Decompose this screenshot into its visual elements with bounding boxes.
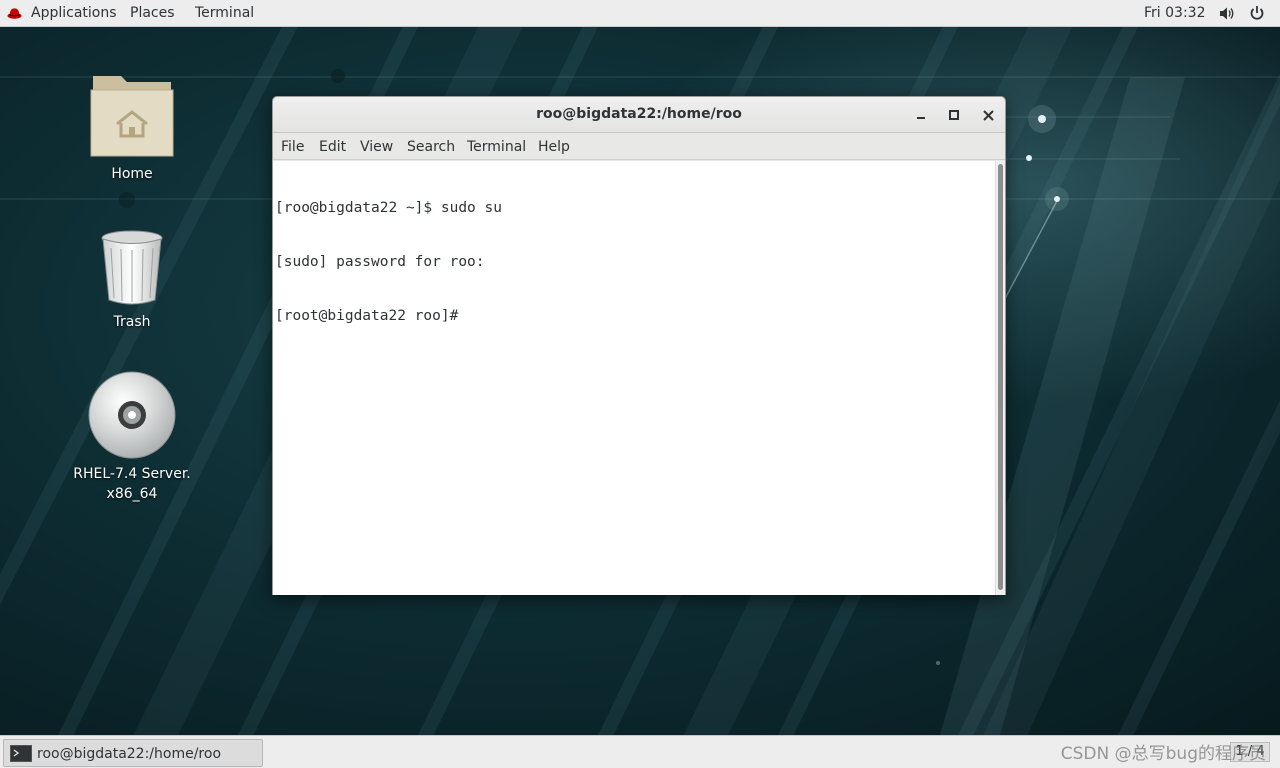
terminal-window[interactable]: roo@bigdata22:/home/roo File Edit View S… bbox=[272, 96, 1006, 595]
taskbar-window-button[interactable]: roo@bigdata22:/home/roo bbox=[3, 739, 263, 767]
power-icon[interactable] bbox=[1249, 5, 1265, 21]
maximize-icon bbox=[949, 110, 959, 120]
terminal-text: [roo@bigdata22 ~]$ sudo su [sudo] passwo… bbox=[275, 163, 502, 361]
volume-icon[interactable] bbox=[1219, 6, 1235, 21]
taskbar-window-label: roo@bigdata22:/home/roo bbox=[37, 746, 222, 762]
close-icon bbox=[982, 109, 994, 121]
scrollbar-thumb[interactable] bbox=[998, 164, 1003, 590]
desktop-icon-label-line1: RHEL-7.4 Server. bbox=[73, 466, 191, 482]
redhat-logo-icon[interactable] bbox=[7, 6, 22, 20]
bottom-taskbar: roo@bigdata22:/home/roo 1 / 4 CSDN @总写bu… bbox=[0, 735, 1280, 768]
terminal-line: [root@bigdata22 roo]# bbox=[275, 308, 459, 324]
clock[interactable]: Fri 03:32 bbox=[1144, 5, 1205, 22]
desktop-icon-label: Home bbox=[111, 166, 153, 182]
terminal-menubar: File Edit View Search Terminal Help bbox=[273, 133, 1005, 160]
menu-file[interactable]: File bbox=[281, 139, 304, 156]
terminal-output-area[interactable]: [roo@bigdata22 ~]$ sudo su [sudo] passwo… bbox=[273, 161, 1005, 595]
menu-terminal[interactable]: Terminal bbox=[467, 139, 526, 156]
terminal-app-menu[interactable]: Terminal bbox=[195, 5, 254, 22]
home-folder-icon bbox=[90, 76, 174, 157]
window-title: roo@bigdata22:/home/roo bbox=[536, 106, 742, 122]
desktop-icon-trash[interactable]: Trash bbox=[67, 228, 197, 332]
menu-help[interactable]: Help bbox=[538, 139, 570, 156]
close-button[interactable] bbox=[977, 104, 999, 126]
terminal-scrollbar[interactable] bbox=[995, 161, 1005, 595]
trash-icon bbox=[101, 230, 163, 305]
desktop-icon-label: Trash bbox=[113, 314, 151, 330]
terminal-line: [roo@bigdata22 ~]$ sudo su bbox=[275, 200, 502, 216]
desktop-icon-home[interactable]: Home bbox=[67, 72, 197, 184]
desktop-icon-label-line2: x86_64 bbox=[106, 486, 158, 502]
places-menu[interactable]: Places bbox=[130, 5, 175, 22]
menu-view[interactable]: View bbox=[360, 139, 393, 156]
optical-disc-icon bbox=[88, 371, 176, 459]
terminal-icon bbox=[10, 745, 32, 762]
minimize-icon bbox=[917, 117, 925, 119]
maximize-button[interactable] bbox=[943, 104, 965, 126]
watermark-text: CSDN @总写bug的程序员 bbox=[1060, 744, 1266, 764]
desktop-icon-rhel-disc[interactable]: RHEL-7.4 Server. x86_64 bbox=[67, 370, 197, 504]
terminal-line: [sudo] password for roo: bbox=[275, 254, 485, 270]
window-titlebar[interactable]: roo@bigdata22:/home/roo bbox=[273, 97, 1005, 133]
applications-menu[interactable]: Applications bbox=[31, 5, 117, 22]
menu-search[interactable]: Search bbox=[407, 139, 455, 156]
minimize-button[interactable] bbox=[910, 104, 932, 126]
top-panel: Applications Places Terminal Fri 03:32 bbox=[0, 0, 1280, 27]
menu-edit[interactable]: Edit bbox=[319, 139, 346, 156]
